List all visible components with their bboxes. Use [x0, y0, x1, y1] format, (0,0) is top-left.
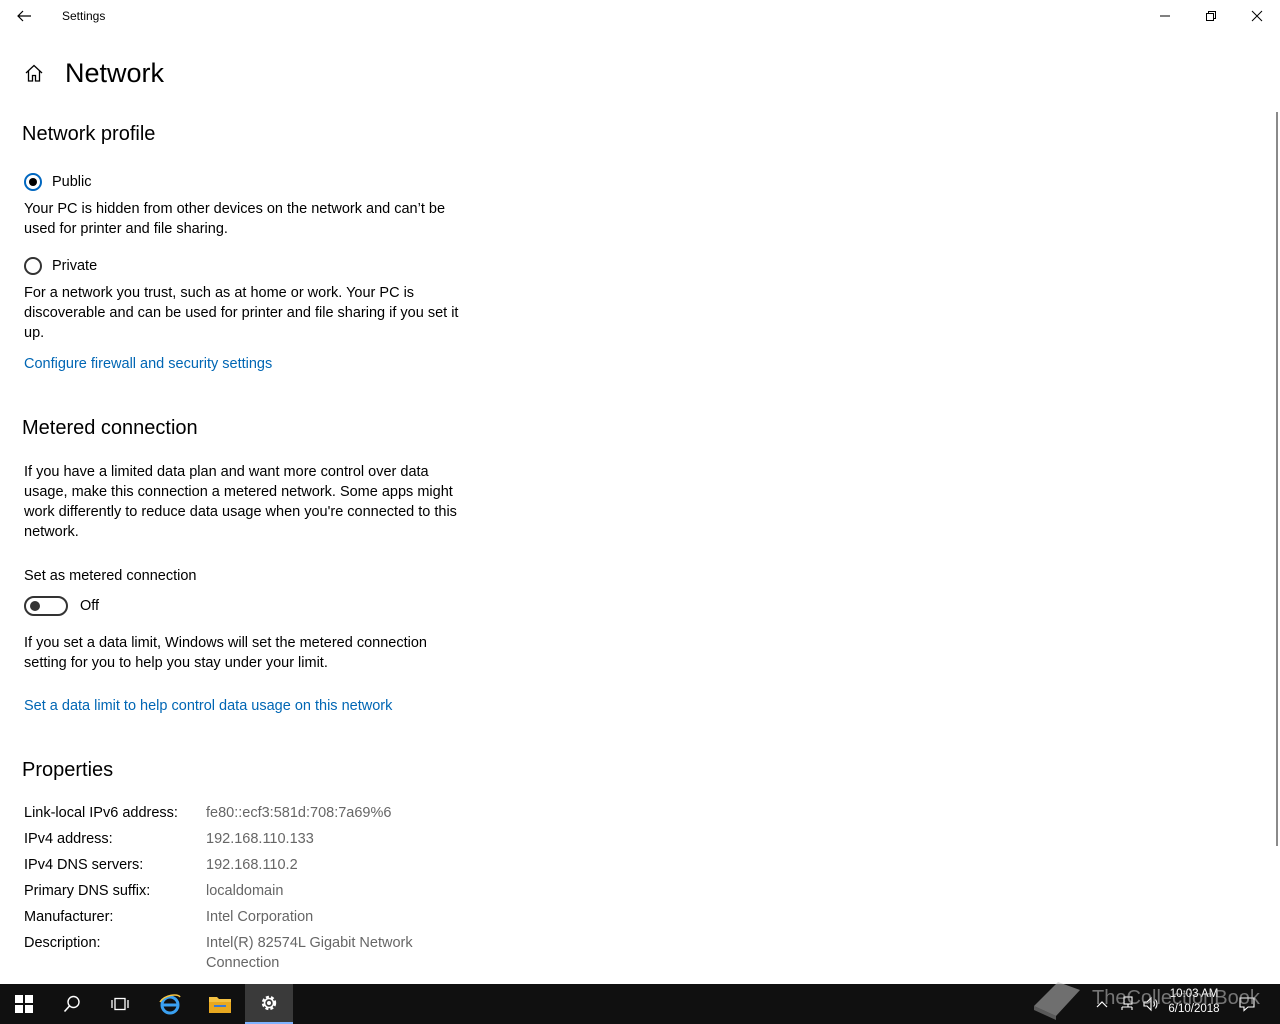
- minimize-icon: [1160, 15, 1170, 17]
- page-title: Network: [65, 57, 165, 88]
- task-view-button[interactable]: [96, 984, 144, 1024]
- firewall-settings-link[interactable]: Configure firewall and security settings: [24, 356, 272, 372]
- restore-icon: [1206, 11, 1216, 21]
- public-label: Public: [52, 174, 92, 190]
- home-icon: [25, 64, 43, 82]
- title-bar: Settings: [0, 0, 1280, 32]
- metered-toggle[interactable]: [24, 596, 68, 616]
- internet-explorer-icon: [159, 994, 181, 1015]
- radio-dot: [29, 178, 37, 186]
- page-header: Network: [22, 56, 164, 90]
- edge-browser-button[interactable]: [146, 984, 194, 1024]
- private-description: For a network you trust, such as at home…: [24, 285, 459, 341]
- search-icon: [63, 995, 80, 1013]
- data-limit-note: If you set a data limit, Windows will se…: [24, 635, 427, 671]
- network-profile-heading: Network profile: [22, 123, 156, 145]
- back-arrow-icon: [17, 10, 31, 22]
- settings-taskbar-button[interactable]: [245, 984, 293, 1024]
- property-label: Primary DNS suffix:: [24, 883, 151, 899]
- data-limit-link[interactable]: Set a data limit to help control data us…: [24, 698, 392, 714]
- search-button[interactable]: [48, 984, 96, 1024]
- metered-description: If you have a limited data plan and want…: [24, 464, 457, 540]
- home-button[interactable]: [22, 61, 46, 85]
- metered-connection-heading: Metered connection: [22, 417, 198, 439]
- minimize-button[interactable]: [1142, 0, 1188, 32]
- watermark-text: TheCollectionBook: [1092, 986, 1260, 1009]
- private-label: Private: [52, 258, 98, 274]
- scrollbar[interactable]: [1276, 112, 1278, 846]
- property-value: Intel Corporation: [206, 909, 314, 925]
- file-explorer-button[interactable]: [196, 984, 244, 1024]
- public-description: Your PC is hidden from other devices on …: [24, 201, 446, 237]
- private-radio[interactable]: Private: [24, 257, 97, 275]
- start-button[interactable]: [0, 984, 48, 1024]
- toggle-state: Off: [80, 598, 100, 614]
- metered-toggle-label: Set as metered connection: [24, 568, 197, 584]
- book-icon: [1034, 982, 1080, 1020]
- property-value: fe80::ecf3:581d:708:7a69%6: [206, 805, 392, 821]
- close-icon: [1251, 10, 1263, 22]
- gear-icon: [261, 995, 277, 1011]
- public-radio[interactable]: Public: [24, 173, 92, 191]
- radio-circle: [24, 257, 42, 275]
- watermark: TheCollectionBook: [1030, 976, 1260, 1020]
- restore-button[interactable]: [1188, 0, 1234, 32]
- property-value: localdomain: [206, 883, 284, 899]
- back-button[interactable]: [8, 0, 40, 32]
- radio-circle: [24, 173, 42, 191]
- property-value: 192.168.110.2: [206, 857, 298, 873]
- property-value: 192.168.110.133: [206, 831, 314, 847]
- window-title: Settings: [62, 9, 106, 23]
- metered-toggle-row: Off: [24, 596, 99, 616]
- property-value: Intel(R) 82574L Gigabit Network Connecti…: [206, 935, 413, 971]
- property-label: Description:: [24, 935, 101, 951]
- toggle-knob: [30, 601, 40, 611]
- folder-icon: [209, 997, 231, 1013]
- property-label: Manufacturer:: [24, 909, 114, 925]
- task-view-icon: [111, 997, 129, 1011]
- property-label: IPv4 address:: [24, 831, 113, 847]
- close-button[interactable]: [1234, 0, 1280, 32]
- property-label: Link-local IPv6 address:: [24, 805, 178, 821]
- property-label: IPv4 DNS servers:: [24, 857, 144, 873]
- properties-heading: Properties: [22, 759, 114, 781]
- windows-logo-icon: [15, 995, 33, 1013]
